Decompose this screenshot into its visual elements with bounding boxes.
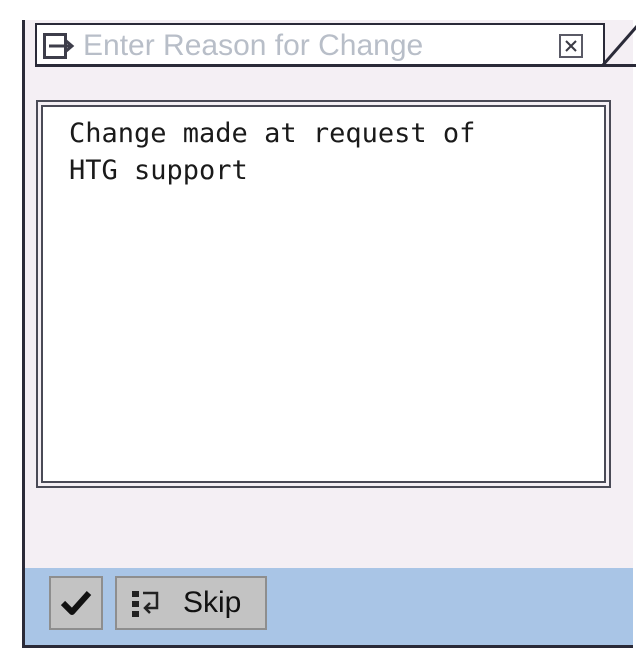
- dialog-title: Enter Reason for Change: [83, 29, 424, 62]
- close-icon: [565, 40, 577, 52]
- skip-list-icon: [131, 589, 161, 619]
- checkmark-icon: [60, 590, 92, 615]
- skip-button[interactable]: Skip: [115, 576, 267, 630]
- reason-text-input[interactable]: Change made at request of HTG support: [41, 105, 606, 483]
- title-bar-edge: [600, 25, 636, 67]
- dialog-arrow-icon: [43, 33, 75, 59]
- reason-dialog: Enter Reason for Change Change made at r…: [22, 20, 636, 648]
- dialog-title-bar[interactable]: Enter Reason for Change: [35, 23, 605, 67]
- button-bar: Skip: [25, 568, 633, 645]
- close-button[interactable]: [559, 34, 583, 58]
- continue-button[interactable]: [49, 576, 103, 630]
- skip-button-label: Skip: [183, 586, 242, 619]
- reason-text-frame: Change made at request of HTG support: [36, 100, 611, 488]
